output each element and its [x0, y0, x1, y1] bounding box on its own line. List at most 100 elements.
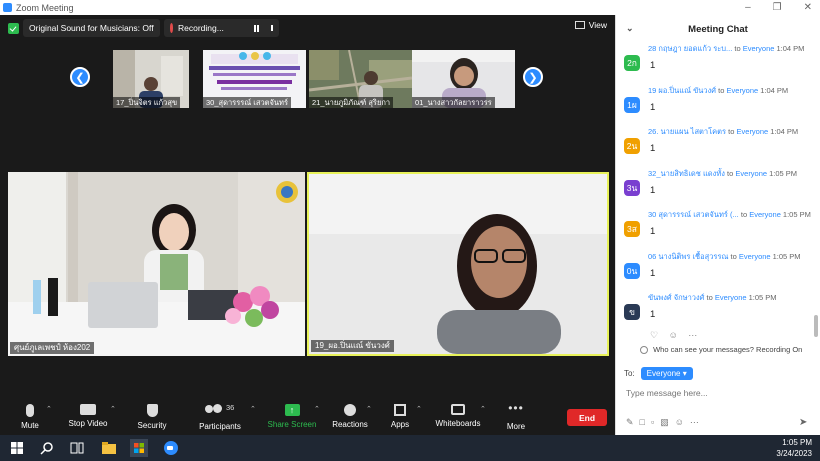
stop-video-button[interactable]: Stop Video ⌃	[58, 404, 118, 428]
message-actions[interactable]: ♡ ☺ ⋯	[650, 330, 701, 341]
share-screen-icon: ↑	[284, 404, 300, 416]
message-to: to	[706, 293, 713, 302]
message-recipient: Everyone	[735, 168, 768, 178]
chevron-down-icon[interactable]: ⌄	[626, 23, 634, 34]
message-text: 1	[650, 60, 656, 71]
chevron-up-icon[interactable]: ⌃	[416, 405, 422, 413]
chat-scrollbar[interactable]	[814, 315, 818, 337]
message-recipient: Everyone	[714, 293, 747, 302]
participant-name: 19_ผอ.ปิ่นแณ์ ขันวงศ์	[311, 340, 394, 352]
thumbnail-video[interactable]: 30_สุดารรรณ์ เสวตจันทร์	[203, 50, 306, 108]
view-button[interactable]: View	[574, 20, 607, 30]
message-sender: ขันพงศ์ จักษาวงศ์	[648, 293, 705, 302]
chat-message[interactable]: ขันพงศ์ จักษาวงศ์ to Everyone 1:05 PM ข 1	[616, 292, 814, 334]
meeting-toolbar: Mute ⌃ Stop Video ⌃ Security 36 Particip…	[0, 398, 615, 435]
code-icon[interactable]: ▧	[660, 417, 675, 427]
chevron-up-icon[interactable]: ⌃	[250, 405, 256, 413]
chat-message-input[interactable]	[626, 386, 811, 400]
chat-message[interactable]: 26. นายแผน ไสตาโคตร to Everyone 1:04 PM 2น…	[616, 126, 814, 168]
thumbnail-video[interactable]: 01_นางสาวกัลยาราวรร	[412, 50, 515, 108]
message-meta: ขันพงศ์ จักษาวงศ์ to Everyone 1:05 PM	[648, 292, 777, 304]
thumbnail-name: 30_สุดารรรณ์ เสวตจันทร์	[203, 97, 292, 108]
who-can-see-text: Who can see your messages? Recording On	[653, 345, 803, 354]
participants-icon: 36	[205, 403, 235, 418]
chat-message[interactable]: 30 สุดารรรณ์ เสวตจันทร์ (... to Everyone…	[616, 209, 814, 251]
more-label: More	[506, 422, 526, 431]
mute-label: Mute	[21, 421, 39, 430]
chat-message[interactable]: 06 นางนิติพร เชื้อสุวรรณ to Everyone 1:05…	[616, 251, 814, 293]
recipient-select[interactable]: Everyone ▾	[640, 367, 693, 380]
minimize-button[interactable]: –	[745, 0, 751, 15]
chevron-up-icon[interactable]: ⌃	[480, 405, 486, 413]
file-icon[interactable]: ▫	[651, 417, 660, 427]
message-time: 1:05 PM	[782, 210, 811, 219]
pause-recording-icon[interactable]	[253, 24, 259, 32]
more-options-icon[interactable]: ⋯	[690, 417, 705, 427]
video-tile[interactable]: ศุนย์ภูเลเพชป์ ห้อง202	[8, 172, 305, 356]
system-clock[interactable]: 1:05 PM 3/24/2023	[776, 437, 812, 459]
stop-video-label: Stop Video	[68, 419, 108, 428]
share-screen-button[interactable]: ↑ Share Screen ⌃	[262, 404, 322, 429]
next-page-arrow-icon[interactable]: ❯	[523, 67, 543, 87]
search-icon[interactable]	[38, 439, 56, 457]
chat-message[interactable]: 32_นายสิทธิเดช แดงทั้ง to Everyone 1:05 P…	[616, 168, 814, 210]
message-to: to	[727, 168, 734, 178]
maximize-button[interactable]: ❐	[773, 0, 782, 15]
file-explorer-icon[interactable]	[100, 439, 118, 457]
message-to: to	[730, 251, 737, 261]
chevron-up-icon[interactable]: ⌃	[46, 405, 52, 413]
avatar: 1ผ	[624, 96, 640, 113]
message-meta: 26. นายแผน ไสตาโคตร to Everyone 1:04 PM	[648, 126, 798, 138]
message-sender: 26. นายแผน ไสตาโคตร	[648, 127, 727, 136]
security-label: Security	[137, 421, 167, 430]
thumbnail-strip: 17_ปิ่นจิตร แก้วสุข 30_สุดารรรณ์ เสวตจัน…	[97, 50, 517, 108]
message-to: to	[740, 210, 748, 219]
thumbnail-video[interactable]: 17_ปิ่นจิตร แก้วสุข	[113, 50, 189, 108]
emoji-icon[interactable]: ☺	[675, 417, 690, 427]
message-time: 1:04 PM	[770, 127, 799, 136]
message-time: 1:05 PM	[772, 251, 801, 261]
who-can-see-notice[interactable]: Who can see your messages? Recording On	[640, 345, 803, 355]
thumbnail-video[interactable]: 21_นายภูมิภัณฑ์ สุริยกา	[309, 50, 412, 108]
message-recipient: Everyone	[742, 44, 775, 53]
to-label: To:	[624, 369, 635, 378]
chat-message[interactable]: 28 กฤษฎา ยอดแก้ว ระบ... to Everyone 1:04 …	[616, 43, 814, 85]
message-recipient: Everyone	[749, 210, 781, 219]
chevron-down-icon: ▾	[682, 369, 687, 378]
original-sound-toggle[interactable]: Original Sound for Musicians: Off	[23, 19, 160, 37]
chat-message[interactable]: 19 ผอ.ปิ่นแณ์ ขันวงศ์ to Everyone 1:04 PM…	[616, 85, 814, 127]
apps-button[interactable]: Apps ⌃	[370, 404, 430, 429]
close-button[interactable]: ✕	[804, 0, 812, 15]
store-app-icon[interactable]	[130, 439, 148, 457]
recording-label: Recording...	[178, 23, 224, 33]
avatar: 2ก	[624, 55, 640, 71]
chevron-up-icon[interactable]: ⌃	[314, 405, 320, 413]
thumbnail-name: 01_นางสาวกัลยาราวรร	[412, 97, 495, 108]
recording-indicator[interactable]: Recording...	[163, 19, 279, 37]
chevron-up-icon[interactable]: ⌃	[110, 405, 116, 413]
clock-date: 3/24/2023	[776, 449, 812, 458]
stop-recording-icon[interactable]	[270, 25, 273, 31]
security-button[interactable]: Security	[122, 404, 182, 430]
whiteboards-button[interactable]: Whiteboards ⌃	[428, 404, 488, 428]
send-icon[interactable]: ➤	[799, 417, 807, 428]
prev-page-arrow-icon[interactable]: ❮	[70, 67, 90, 87]
encryption-shield-icon[interactable]	[8, 22, 19, 34]
mute-button[interactable]: Mute ⌃	[0, 404, 60, 430]
message-time: 1:04 PM	[776, 44, 805, 53]
end-meeting-button[interactable]: End	[567, 409, 607, 426]
avatar: 3น	[624, 179, 640, 196]
chat-tools: ✎□▫▧☺⋯	[626, 417, 705, 428]
zoom-app-icon	[3, 3, 12, 12]
zoom-taskbar-icon[interactable]	[162, 439, 180, 457]
task-view-icon[interactable]	[68, 439, 86, 457]
message-text: 1	[650, 226, 656, 237]
reactions-smiley-icon	[344, 404, 356, 416]
active-speaker-tile[interactable]: 19_ผอ.ปิ่นแณ์ ขันวงศ์	[307, 172, 609, 356]
more-button[interactable]: ••• More	[486, 402, 546, 431]
message-time: 1:04 PM	[760, 85, 789, 95]
windows-start-icon[interactable]	[8, 439, 26, 457]
screenshot-icon[interactable]: □	[640, 417, 651, 427]
participants-button[interactable]: 36 Participants ⌃	[190, 403, 256, 431]
format-icon[interactable]: ✎	[626, 417, 640, 427]
